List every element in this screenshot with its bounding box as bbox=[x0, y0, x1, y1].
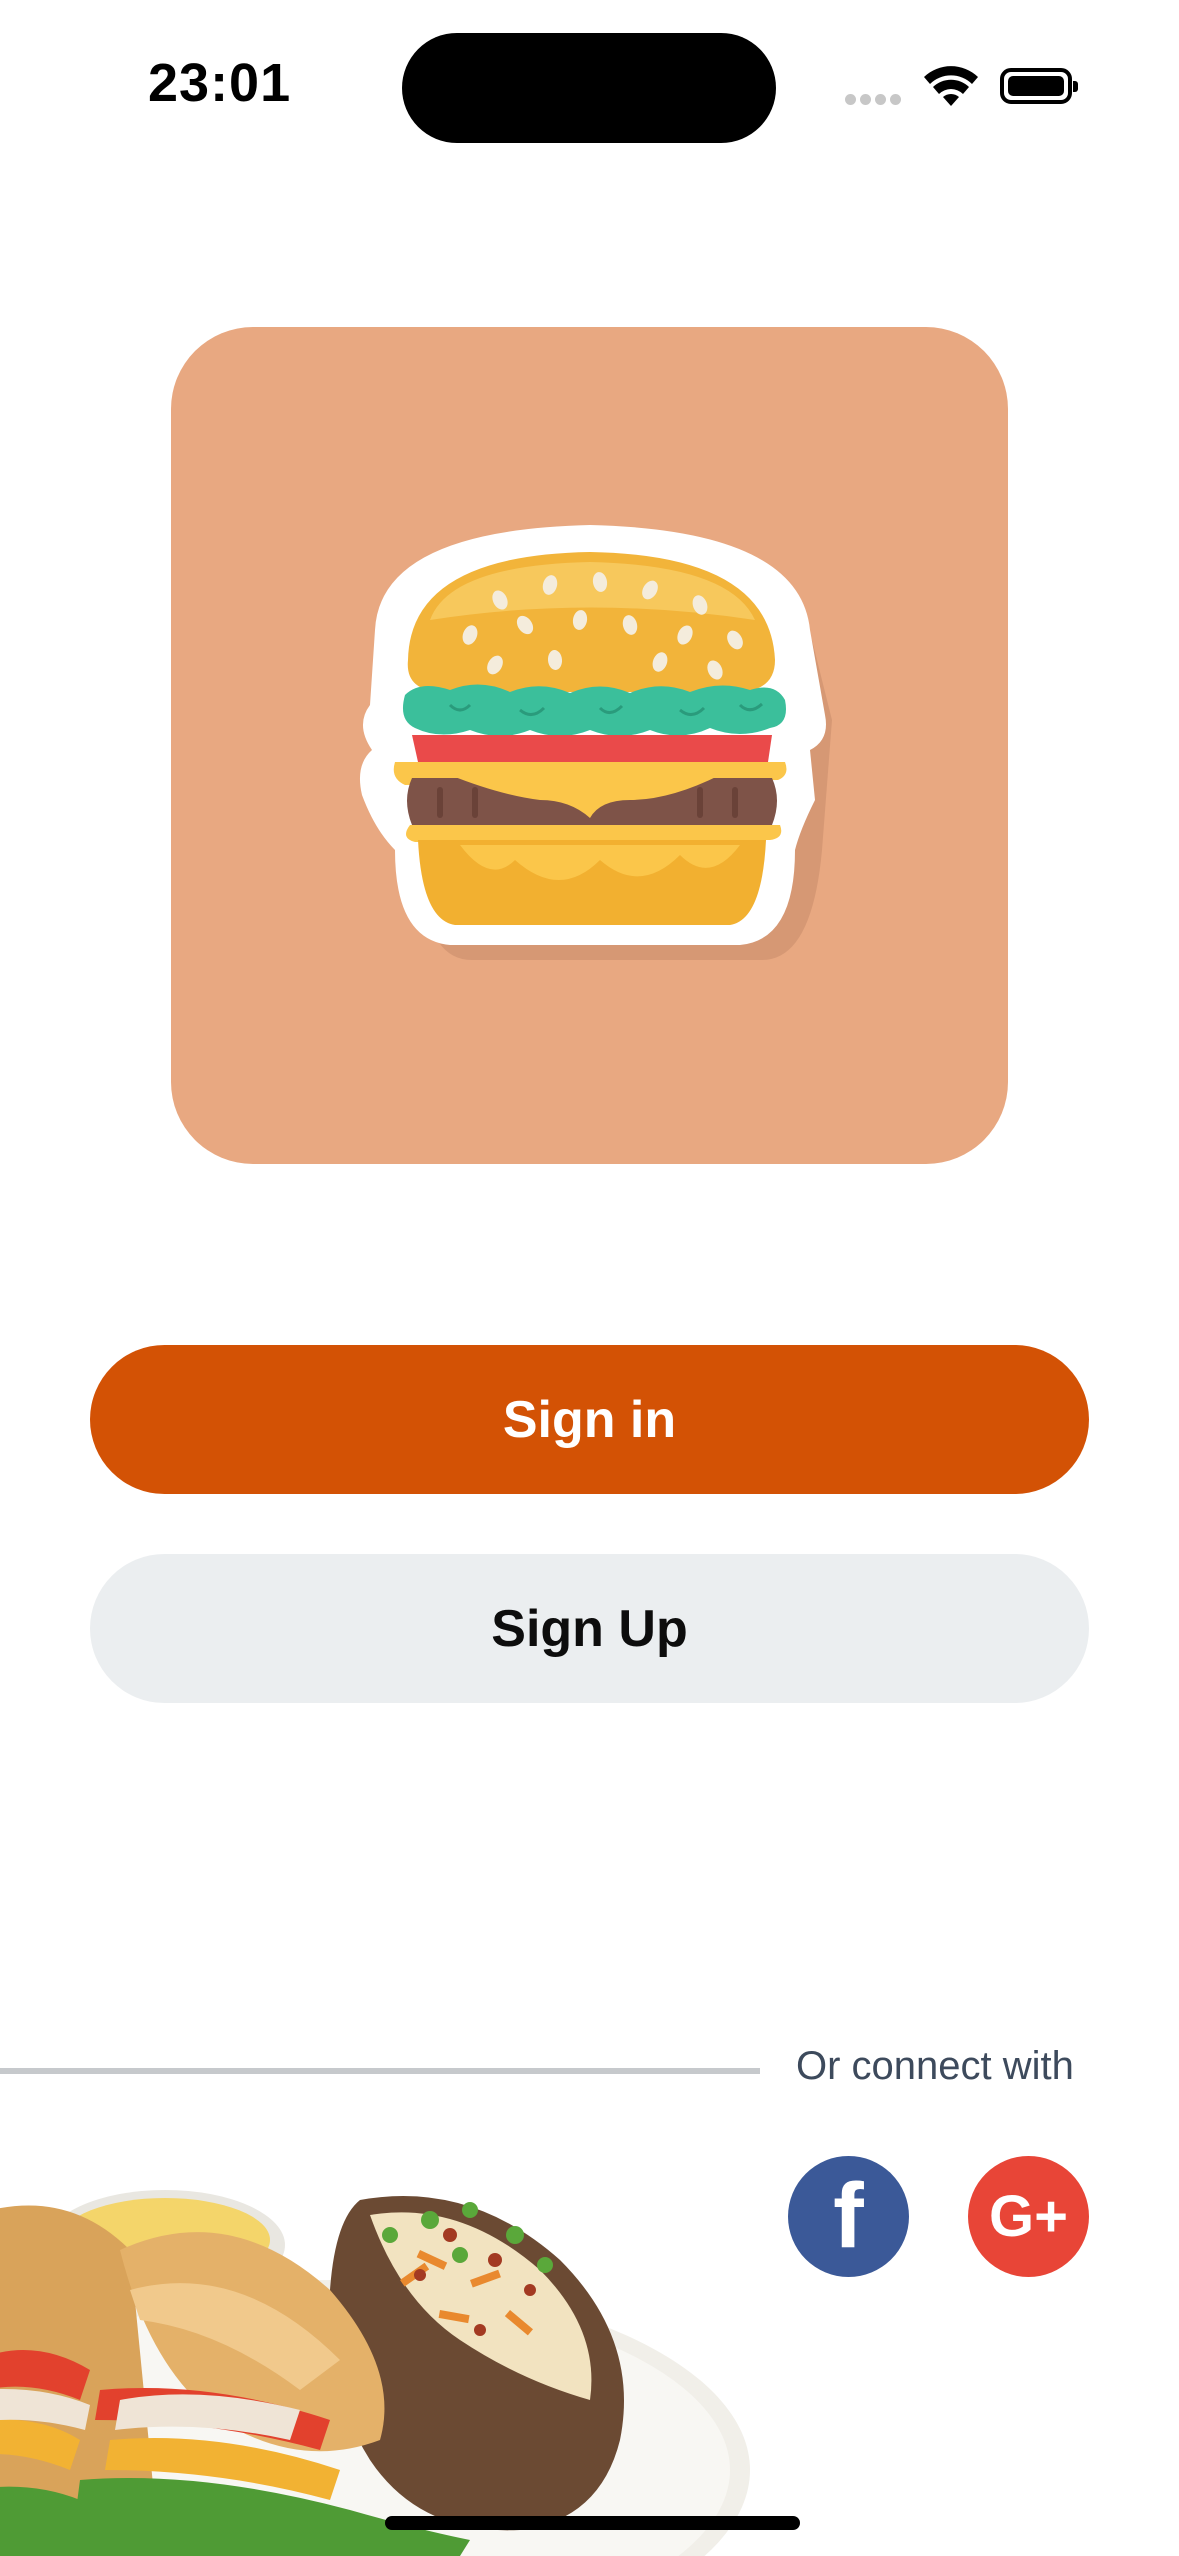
burger-icon bbox=[359, 525, 832, 960]
divider-line bbox=[0, 2068, 760, 2074]
cellular-signal-icon bbox=[845, 92, 905, 110]
sign-up-button[interactable]: Sign Up bbox=[90, 1554, 1089, 1703]
wifi-icon bbox=[924, 66, 978, 106]
status-bar: 23:01 bbox=[0, 0, 1179, 170]
dynamic-island bbox=[402, 33, 776, 143]
status-time: 23:01 bbox=[148, 53, 292, 113]
facebook-icon: f bbox=[833, 2165, 864, 2267]
food-photo-image bbox=[0, 2190, 750, 2556]
home-indicator[interactable] bbox=[385, 2516, 800, 2530]
facebook-login-button[interactable]: f bbox=[788, 2156, 909, 2277]
sign-in-button[interactable]: Sign in bbox=[90, 1345, 1089, 1494]
battery-icon bbox=[1000, 68, 1078, 104]
connect-with-label: Or connect with bbox=[796, 2044, 1074, 2088]
google-login-button[interactable]: G+ bbox=[968, 2156, 1089, 2277]
google-plus-icon: G+ bbox=[989, 2184, 1068, 2249]
